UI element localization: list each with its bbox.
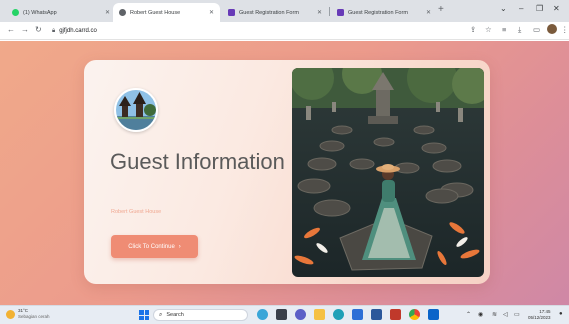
forms-icon (228, 9, 235, 16)
temple-thumbnail (116, 90, 156, 130)
outlook-icon[interactable] (428, 309, 439, 320)
battery-icon[interactable]: ▭ (514, 311, 520, 318)
hero-photo (292, 68, 484, 277)
profile-avatar[interactable] (547, 24, 557, 34)
chevron-right-icon: › (178, 243, 181, 250)
minimize-icon[interactable]: – (519, 4, 523, 13)
tab-guest-registration-form[interactable]: Guest Registration Form ✕ (222, 3, 328, 22)
store-icon[interactable] (352, 309, 363, 320)
taskbar-search[interactable]: ⌕ Search (153, 309, 248, 321)
notification-bell-icon[interactable]: ● (559, 311, 563, 317)
speaker-icon[interactable]: ◁ (503, 311, 508, 318)
water-garden-photo (292, 68, 484, 277)
close-icon[interactable]: ✕ (209, 9, 214, 16)
file-explorer-icon[interactable] (276, 309, 287, 320)
folder-icon[interactable] (314, 309, 325, 320)
tab-divider (329, 7, 330, 16)
lock-icon: 🔒︎ (52, 27, 56, 34)
new-tab-icon[interactable]: + (438, 4, 444, 15)
copilot-icon[interactable] (257, 309, 268, 320)
close-icon[interactable]: ✕ (426, 9, 431, 16)
page-background: Guest Information Robert Guest House Cli… (0, 41, 569, 305)
app-icon[interactable] (390, 309, 401, 320)
address-bar[interactable]: 🔒︎ gjfjdh.carrd.co (52, 25, 462, 37)
clock[interactable]: 17:45 05/12/2023 (528, 309, 551, 321)
chrome-icon[interactable] (409, 309, 420, 320)
windows-taskbar: 31°C Sebagian cerah ⌕ Search ⌃ ◉ ≋ ◁ ▭ 1… (0, 305, 569, 324)
windows-start-icon[interactable] (139, 310, 149, 320)
chat-icon[interactable] (295, 309, 306, 320)
tab-label: Guest Registration Form (239, 9, 299, 16)
back-icon[interactable]: ← (7, 25, 15, 34)
button-label: Click To Continue (128, 243, 175, 250)
bookmark-star-icon[interactable]: ☆ (485, 25, 492, 34)
whatsapp-icon (12, 9, 19, 16)
side-panel-icon[interactable]: ▭ (533, 25, 540, 34)
weather-widget[interactable]: 31°C Sebagian cerah (6, 308, 50, 320)
avatar (114, 88, 158, 132)
edge-icon[interactable] (333, 309, 344, 320)
forms-icon (337, 9, 344, 16)
clock-date: 05/12/2023 (528, 315, 551, 320)
app-tray-icon[interactable]: ◉ (478, 311, 483, 318)
forward-icon[interactable]: → (21, 25, 29, 34)
close-window-icon[interactable]: ✕ (553, 4, 560, 13)
browser-toolbar: ← → ↻ 🔒︎ gjfjdh.carrd.co ⇪ ☆ ≡ ⤓ ▭ ⋮ (0, 22, 569, 40)
page-title: Guest Information (110, 149, 285, 174)
url-text: gjfjdh.carrd.co (59, 28, 97, 34)
tab-label: Guest Registration Form (348, 9, 408, 16)
reading-list-icon[interactable]: ≡ (502, 25, 506, 34)
chevron-down-icon[interactable]: ⌄ (500, 4, 507, 13)
tab-guest-registration-form[interactable]: Guest Registration Form ✕ (331, 3, 437, 22)
share-icon[interactable]: ⇪ (470, 25, 476, 34)
guest-info-card: Guest Information Robert Guest House Cli… (84, 60, 490, 284)
search-label: Search (166, 312, 184, 318)
restore-icon[interactable]: ❐ (536, 4, 543, 13)
tab-label: Robert Guest House (130, 9, 181, 16)
menu-icon[interactable]: ⋮ (561, 25, 569, 34)
tab-whatsapp[interactable]: (1) WhatsApp ✕ (6, 3, 116, 22)
site-icon (119, 9, 126, 16)
chevron-up-icon[interactable]: ⌃ (466, 311, 471, 318)
page-subtitle: Robert Guest House (111, 209, 162, 215)
weather-icon (6, 309, 15, 319)
close-icon[interactable]: ✕ (317, 9, 322, 16)
reload-icon[interactable]: ↻ (35, 25, 42, 34)
close-icon[interactable]: ✕ (105, 9, 110, 16)
wifi-icon[interactable]: ≋ (492, 311, 497, 318)
tab-strip: (1) WhatsApp ✕ Robert Guest House ✕ Gues… (0, 0, 569, 22)
click-to-continue-button[interactable]: Click To Continue › (111, 235, 198, 258)
search-icon: ⌕ (159, 311, 163, 318)
download-icon[interactable]: ⤓ (518, 25, 521, 35)
tab-label: (1) WhatsApp (23, 9, 57, 16)
app-icon[interactable] (371, 309, 382, 320)
weather-desc: Sebagian cerah (18, 314, 50, 319)
tab-robert-guest-house[interactable]: Robert Guest House ✕ (113, 3, 220, 22)
